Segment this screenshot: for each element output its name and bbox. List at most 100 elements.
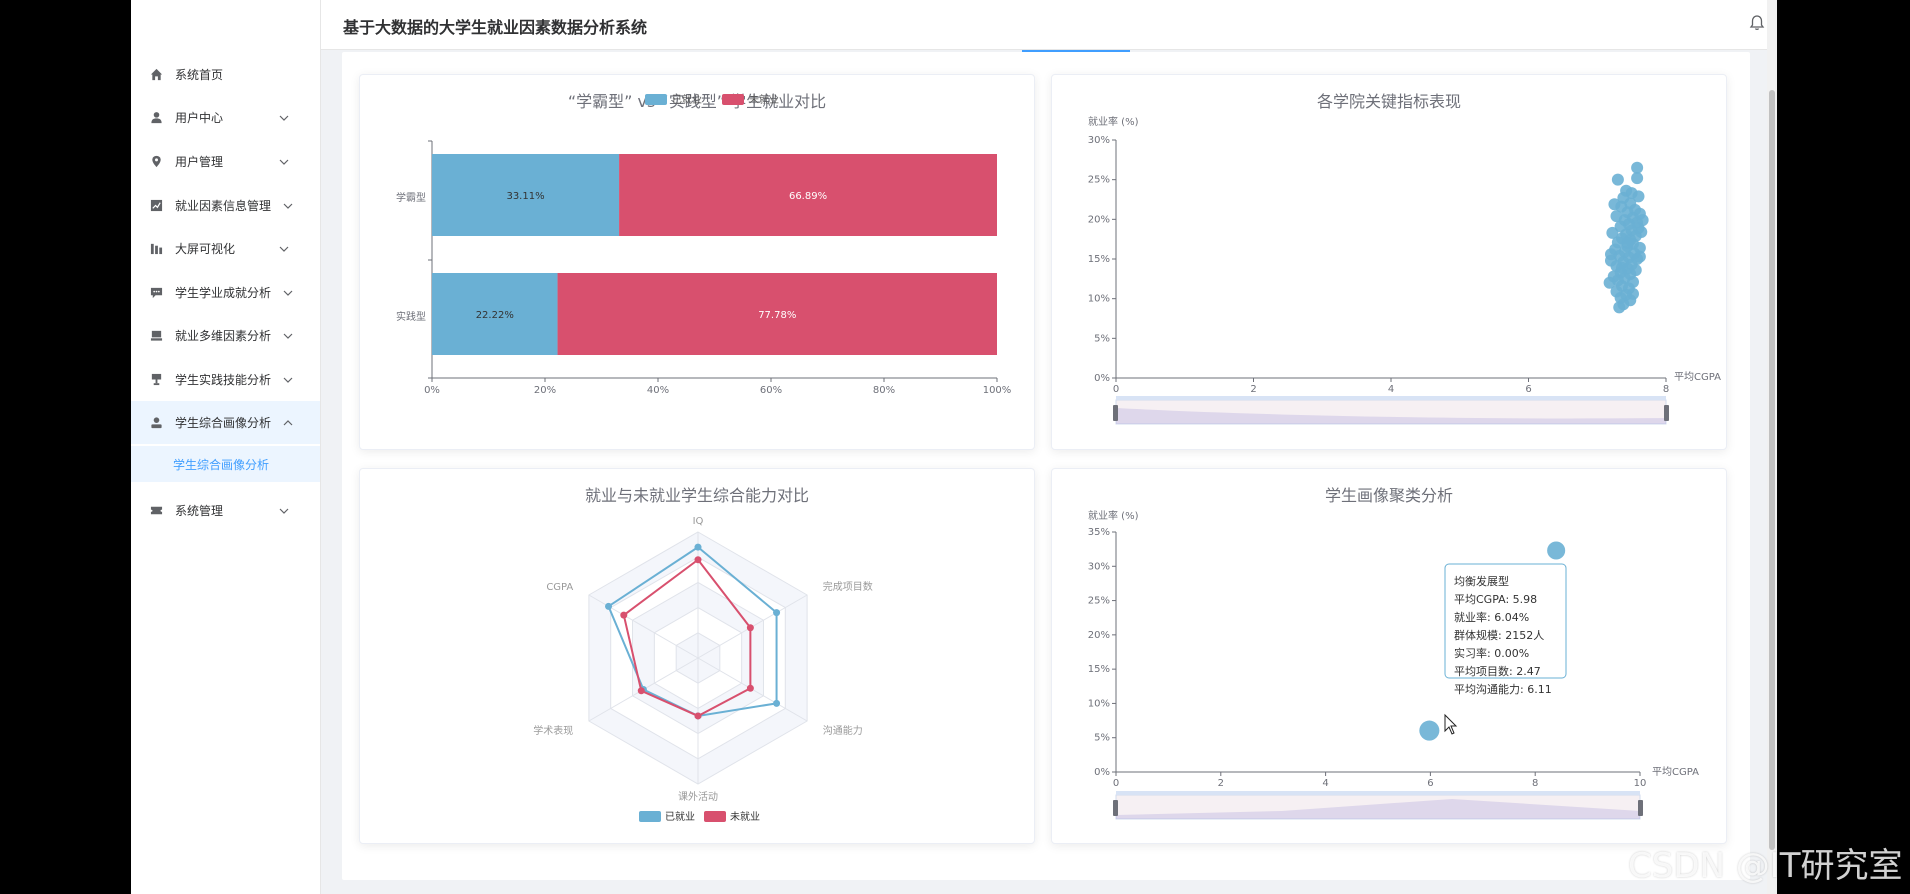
sidebar-divider: [320, 0, 321, 894]
legend-swatch-unemployed: [704, 811, 726, 822]
tooltip-line: 群体规模: 2152人: [1454, 628, 1544, 642]
x-tick-label: 0%: [424, 385, 440, 396]
radar-point[interactable]: [746, 624, 754, 632]
chevron-down-icon: [283, 331, 293, 341]
home-icon: [149, 68, 163, 82]
x-axis-label: 平均CGPA: [1652, 766, 1699, 778]
sidebar-item-academic[interactable]: 学生学业成就分析: [131, 271, 321, 314]
sidebar-item-user-management[interactable]: 用户管理: [131, 140, 321, 183]
chevron-down-icon: [279, 244, 289, 254]
x-tick-label: 4: [1322, 778, 1328, 789]
chevron-down-icon: [279, 506, 289, 516]
sidebar-item-factor-info[interactable]: 就业因素信息管理: [131, 184, 321, 227]
y-tick-label: 15%: [1088, 664, 1110, 675]
scatter-point[interactable]: [1605, 248, 1617, 261]
sidebar-horizontal-scrollbar[interactable]: [131, 886, 321, 894]
x-tick-label: 80%: [873, 385, 895, 396]
tooltip: 均衡发展型 平均CGPA: 5.98 就业率: 6.04% 群体规模: 2152…: [1444, 563, 1567, 696]
scatter-point[interactable]: [1613, 301, 1626, 314]
y-tick-label: 10%: [1088, 294, 1110, 305]
x-axis-label: 平均CGPA: [1674, 371, 1721, 383]
sidebar-item-label: 就业因素信息管理: [175, 199, 272, 213]
y-tick-label: 35%: [1088, 527, 1110, 538]
scrollbar-thumb[interactable]: [1769, 90, 1775, 850]
radar-point[interactable]: [694, 712, 702, 720]
bell-icon[interactable]: [1748, 14, 1766, 32]
app-window: 系统首页 用户中心 用户管理 就业因素信息管理 大屏可视化 学生学业成就分析 就…: [131, 0, 1777, 894]
sidebar-item-user-center[interactable]: 用户中心: [131, 96, 321, 139]
page-scrollbar[interactable]: [1767, 0, 1777, 894]
sidebar-item-big-screen[interactable]: 大屏可视化: [131, 227, 321, 270]
bar-data-label: 66.89%: [789, 191, 827, 202]
zoom-handle-right[interactable]: [1638, 800, 1643, 816]
radar-indicator-label: CGPA: [546, 582, 573, 593]
chart-legend[interactable]: 已就业 未就业: [639, 810, 760, 823]
zoom-top-bar: [1116, 396, 1666, 400]
y-tick-label: 5%: [1094, 733, 1110, 744]
data-zoom-slider[interactable]: [1113, 791, 1643, 820]
zoom-handle-left[interactable]: [1113, 405, 1118, 421]
chevron-down-icon: [283, 288, 293, 298]
chart-panel-bar: “学霸型” vs “实践型” 学生就业对比 已就业 未就业 33.11% 66.8…: [359, 74, 1035, 450]
y-tick-label: 实践型: [396, 310, 426, 323]
radar-point[interactable]: [694, 556, 702, 564]
legend-swatch-employed: [645, 94, 667, 105]
x-tick-label: 10: [1634, 778, 1647, 789]
radar-point[interactable]: [620, 611, 628, 619]
scatter-point[interactable]: [1627, 287, 1639, 300]
radar-point[interactable]: [694, 543, 702, 551]
scatter-point[interactable]: [1633, 250, 1646, 263]
radar-point[interactable]: [605, 602, 613, 610]
page-title: 基于大数据的大学生就业因素数据分析系统: [343, 18, 648, 37]
radar-point[interactable]: [746, 684, 754, 692]
scatter-point[interactable]: [1636, 214, 1649, 227]
radar-point[interactable]: [637, 687, 645, 695]
chart-panel-scatter: 各学院关键指标表现 就业率 (%) 平均CGPA 0% 5% 10% 15% 20% 25…: [1051, 74, 1727, 450]
tooltip-title: 均衡发展型: [1454, 574, 1509, 588]
radar-chart: IQ 完成项目数沟通能力课外活动 学术表现 CGPA 已就业 未就业: [533, 516, 873, 823]
radar-indicator-label: IQ: [693, 516, 704, 527]
radar-indicator-label: 沟通能力: [823, 724, 863, 737]
sidebar-item-multi-factor[interactable]: 就业多维因素分析: [131, 314, 321, 357]
sidebar-subitem-portrait-analysis[interactable]: 学生综合画像分析: [131, 446, 321, 482]
scatter-point[interactable]: [1635, 226, 1648, 239]
radar-indicator-label: 完成项目数: [823, 580, 873, 593]
sidebar-item-label: 用户管理: [175, 155, 224, 169]
x-tick-label: 8: [1663, 384, 1669, 395]
chart-legend[interactable]: 已就业 未就业: [645, 93, 779, 106]
data-zoom-slider[interactable]: [1113, 396, 1669, 425]
sidebar-item-label: 大屏可视化: [175, 242, 236, 256]
legend-label-unemployed: 未就业: [730, 810, 760, 823]
x-tick-label: 60%: [760, 385, 782, 396]
user-icon: [149, 111, 163, 125]
sidebar-item-portrait[interactable]: 学生综合画像分析: [131, 401, 321, 444]
legend-label-employed: 已就业: [665, 810, 695, 823]
x-tick-label: 6: [1427, 778, 1433, 789]
sidebar-item-label: 用户中心: [175, 111, 224, 125]
scatter-point[interactable]: [1616, 261, 1628, 274]
scatter-point[interactable]: [1631, 161, 1644, 174]
y-tick-label: 25%: [1088, 175, 1110, 186]
scatter-point[interactable]: [1611, 173, 1624, 186]
zoom-handle-right[interactable]: [1664, 405, 1669, 421]
radar-point[interactable]: [773, 699, 781, 707]
radar-point[interactable]: [773, 609, 781, 617]
tooltip-line: 平均沟通能力: 6.11: [1454, 682, 1552, 696]
radar-indicator-label: 学术表现: [533, 724, 573, 737]
trend-chart-icon: [149, 199, 163, 213]
sidebar-item-label: 学生综合画像分析: [175, 416, 272, 430]
y-tick-label: 5%: [1094, 333, 1110, 344]
zoom-handle-left[interactable]: [1113, 800, 1118, 816]
x-tick-label: 4: [1388, 384, 1394, 395]
sidebar-subitem-label: 学生综合画像分析: [173, 457, 270, 472]
sidebar-item-system[interactable]: 系统管理: [131, 489, 321, 532]
chevron-down-icon: [279, 157, 289, 167]
tooltip-line: 就业率: 6.04%: [1454, 610, 1529, 624]
scatter-point[interactable]: [1621, 237, 1634, 250]
cluster-point[interactable]: [1547, 541, 1566, 560]
sidebar-item-home[interactable]: 系统首页: [131, 53, 321, 96]
sidebar-item-practice[interactable]: 学生实践技能分析: [131, 358, 321, 401]
scatter-point[interactable]: [1631, 172, 1644, 185]
cluster-point[interactable]: [1419, 720, 1440, 741]
scatter-point[interactable]: [1608, 198, 1621, 211]
